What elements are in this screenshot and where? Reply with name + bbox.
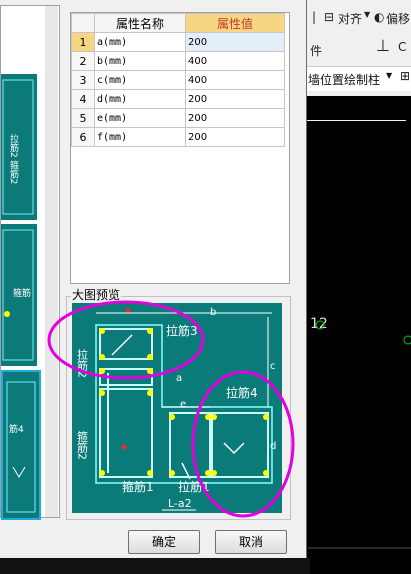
highlight-ellipse [191, 370, 295, 518]
row-value-cell[interactable]: 400 [185, 51, 285, 71]
tie-shape [12, 466, 26, 478]
thumb-label: 箍筋 [13, 287, 31, 299]
table-row[interactable]: 4 d(mm) 200 [71, 89, 285, 109]
row-name: c(mm) [94, 70, 186, 90]
header-value: 属性值 [185, 13, 285, 33]
header-index [71, 13, 95, 33]
thumb-frame [6, 381, 36, 513]
highlight-ellipse [47, 300, 205, 380]
row-index: 1 [71, 32, 95, 52]
row-value-cell[interactable]: 200 [185, 108, 285, 128]
thumb-label: 拉筋2 箍筋2 [8, 133, 19, 184]
row-name: a(mm) [94, 32, 186, 52]
column-settings-dialog: 拉筋2 箍筋2 箍筋 筋4 属性名称 属性值 1 a(mm) 200 2 b(m… [0, 0, 307, 559]
header-name: 属性名称 [94, 13, 186, 33]
canvas-marker [315, 320, 325, 330]
canvas-marker [403, 335, 411, 345]
table-row[interactable]: 1 a(mm) 200 [71, 32, 285, 52]
section-thumbnail-3-selected[interactable]: 筋4 [1, 370, 41, 520]
dialog-shadow [0, 558, 310, 574]
row-name: d(mm) [94, 89, 186, 109]
table-row[interactable]: 3 c(mm) 400 [71, 70, 285, 90]
row-index: 3 [71, 70, 95, 90]
row-index: 2 [71, 51, 95, 71]
row-value-cell[interactable]: 200 [185, 89, 285, 109]
row-name: f(mm) [94, 127, 186, 147]
row-index: 4 [71, 89, 95, 109]
table-row[interactable]: 5 e(mm) 200 [71, 108, 285, 128]
table-row[interactable]: 2 b(mm) 400 [71, 51, 285, 71]
table-row[interactable]: 6 f(mm) 200 [71, 127, 285, 147]
row-name: b(mm) [94, 51, 186, 71]
row-value-cell[interactable]: 400 [185, 70, 285, 90]
row-value-cell[interactable]: 200 [185, 127, 285, 147]
row-name: e(mm) [94, 108, 186, 128]
table-header: 属性名称 属性值 [71, 13, 285, 33]
row-index: 6 [71, 127, 95, 147]
cancel-button[interactable]: 取消 [215, 530, 287, 554]
rebar-dot [4, 311, 10, 317]
ok-button[interactable]: 确定 [128, 530, 200, 554]
row-index: 5 [71, 108, 95, 128]
highlight-overlay [47, 300, 295, 518]
property-grid[interactable]: 属性名称 属性值 1 a(mm) 200 2 b(mm) 400 3 c(mm)… [70, 12, 290, 284]
section-thumbnail-1[interactable]: 拉筋2 箍筋2 [1, 74, 37, 220]
property-table: 属性名称 属性值 1 a(mm) 200 2 b(mm) 400 3 c(mm)… [71, 13, 285, 147]
thumb-label: 筋4 [9, 423, 24, 435]
canvas-overlay [308, 320, 411, 549]
section-thumbnail-2[interactable]: 箍筋 [1, 224, 37, 366]
row-value-cell[interactable]: 200 [185, 32, 285, 52]
